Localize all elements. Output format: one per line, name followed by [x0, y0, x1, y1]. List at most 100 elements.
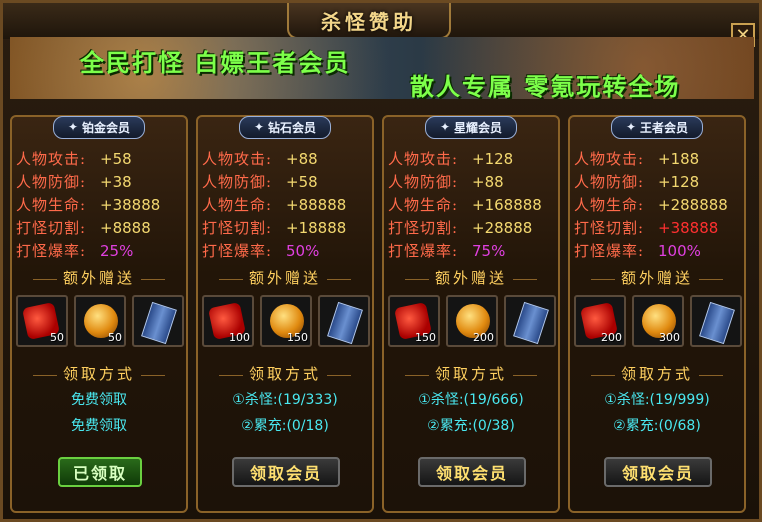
life-value: +38888	[100, 195, 161, 214]
reward-items: 50 50	[16, 295, 184, 347]
cut-label: 打怪切割:	[202, 219, 273, 237]
life-value: +168888	[472, 195, 542, 214]
condition-2: ②累充:(0/18)	[241, 418, 329, 434]
defense-value: +128	[658, 172, 700, 191]
life-label: 人物生命:	[16, 196, 87, 214]
card-header: ✦ 钻石会员	[198, 115, 372, 139]
extra-gift-heading: 额外赠送	[12, 267, 186, 288]
item-count: 200	[601, 331, 622, 344]
item-slot-gold-orb[interactable]: 150	[260, 295, 312, 347]
card-title: 王者会员	[640, 120, 689, 135]
item-count: 100	[229, 331, 250, 344]
cut-value: +38888	[658, 218, 719, 237]
item-slot-gold-orb[interactable]: 50	[74, 295, 126, 347]
claim-method-heading: 领取方式	[384, 363, 558, 384]
item-slot-skill-book[interactable]	[318, 295, 370, 347]
life-value: +288888	[658, 195, 728, 214]
life-label: 人物生命:	[202, 196, 273, 214]
attack-label: 人物攻击:	[16, 150, 87, 168]
card-title: 星耀会员	[454, 120, 503, 135]
badge-icon: ✦	[625, 120, 637, 134]
item-slot-red-packet[interactable]: 50	[16, 295, 68, 347]
skill-book-icon	[327, 301, 363, 345]
condition-1: ①杀怪:(19/666)	[418, 392, 524, 408]
item-slot-gold-orb[interactable]: 200	[446, 295, 498, 347]
defense-label: 人物防御:	[202, 173, 273, 191]
crit-label: 打怪爆率:	[16, 242, 87, 260]
item-count: 150	[287, 331, 308, 344]
card-stats: 人物攻击: +128 人物防御: +88 人物生命: +168888 打怪切割: +28…	[388, 147, 556, 262]
condition-1: ①杀怪:(19/333)	[232, 392, 338, 408]
reward-items: 200 300	[574, 295, 742, 347]
claim-member-button[interactable]: 领取会员	[418, 457, 526, 487]
crit-label: 打怪爆率:	[388, 242, 459, 260]
item-count: 300	[659, 331, 680, 344]
defense-value: +38	[100, 172, 132, 191]
item-slot-red-packet[interactable]: 100	[202, 295, 254, 347]
condition-1: 免费领取	[71, 392, 127, 408]
defense-value: +88	[472, 172, 504, 191]
card-title: 铂金会员	[82, 120, 131, 135]
claim-method-heading: 领取方式	[198, 363, 372, 384]
card-title: 钻石会员	[268, 120, 317, 135]
life-value: +88888	[286, 195, 347, 214]
defense-label: 人物防御:	[16, 173, 87, 191]
item-count: 200	[473, 331, 494, 344]
attack-value: +128	[472, 149, 514, 168]
item-slot-red-packet[interactable]: 150	[388, 295, 440, 347]
banner-line-2: 散人专属 零氪玩转全场	[410, 72, 681, 99]
item-slot-gold-orb[interactable]: 300	[632, 295, 684, 347]
extra-gift-heading: 额外赠送	[198, 267, 372, 288]
item-count: 150	[415, 331, 436, 344]
claimed-button[interactable]: 已领取	[58, 457, 142, 487]
card-platinum: ✦ 铂金会员 人物攻击: +58 人物防御: +38 人物生命: +38888 打怪切割…	[10, 115, 188, 513]
condition-1: ①杀怪:(19/999)	[604, 392, 710, 408]
item-slot-skill-book[interactable]	[690, 295, 742, 347]
badge-icon: ✦	[67, 120, 79, 134]
skill-book-icon	[513, 301, 549, 345]
card-stats: 人物攻击: +88 人物防御: +58 人物生命: +88888 打怪切割: +1888…	[202, 147, 370, 262]
life-label: 人物生命:	[388, 196, 459, 214]
cut-label: 打怪切割:	[388, 219, 459, 237]
badge-icon: ✦	[439, 120, 451, 134]
extra-gift-heading: 额外赠送	[570, 267, 744, 288]
title-plate: 杀怪赞助	[287, 3, 451, 39]
card-stats: 人物攻击: +188 人物防御: +128 人物生命: +288888 打怪切割: +3…	[574, 147, 742, 262]
item-count: 50	[50, 331, 64, 344]
sponsor-window: 杀怪赞助 ✕ 全民打怪 白嫖王者会员 散人专属 零氪玩转全场 ✦ 铂金会员 人物攻…	[0, 0, 762, 522]
reward-items: 100 150	[202, 295, 370, 347]
condition-2: 免费领取	[71, 418, 127, 434]
claim-member-button[interactable]: 领取会员	[604, 457, 712, 487]
skill-book-icon	[699, 301, 735, 345]
attack-label: 人物攻击:	[202, 150, 273, 168]
crit-value: 75%	[472, 241, 506, 260]
defense-label: 人物防御:	[388, 173, 459, 191]
defense-label: 人物防御:	[574, 173, 645, 191]
cut-label: 打怪切割:	[16, 219, 87, 237]
crit-label: 打怪爆率:	[202, 242, 273, 260]
item-slot-skill-book[interactable]	[132, 295, 184, 347]
crit-value: 50%	[286, 241, 320, 260]
claim-member-button[interactable]: 领取会员	[232, 457, 340, 487]
attack-value: +188	[658, 149, 700, 168]
card-header: ✦ 铂金会员	[12, 115, 186, 139]
life-label: 人物生命:	[574, 196, 645, 214]
condition-2: ②累充:(0/68)	[613, 418, 701, 434]
attack-value: +58	[100, 149, 132, 168]
card-star: ✦ 星耀会员 人物攻击: +128 人物防御: +88 人物生命: +168888 打怪…	[382, 115, 560, 513]
cut-label: 打怪切割:	[574, 219, 645, 237]
condition-2: ②累充:(0/38)	[427, 418, 515, 434]
crit-label: 打怪爆率:	[574, 242, 645, 260]
cut-value: +18888	[286, 218, 347, 237]
extra-gift-heading: 额外赠送	[384, 267, 558, 288]
attack-value: +88	[286, 149, 318, 168]
banner-line-1: 全民打怪 白嫖王者会员	[80, 48, 351, 77]
item-count: 50	[108, 331, 122, 344]
item-slot-skill-book[interactable]	[504, 295, 556, 347]
item-slot-red-packet[interactable]: 200	[574, 295, 626, 347]
reward-items: 150 200	[388, 295, 556, 347]
card-diamond: ✦ 钻石会员 人物攻击: +88 人物防御: +58 人物生命: +88888 打怪切割…	[196, 115, 374, 513]
promo-banner: 全民打怪 白嫖王者会员 散人专属 零氪玩转全场	[10, 37, 754, 99]
claim-method-heading: 领取方式	[12, 363, 186, 384]
card-header: ✦ 王者会员	[570, 115, 744, 139]
